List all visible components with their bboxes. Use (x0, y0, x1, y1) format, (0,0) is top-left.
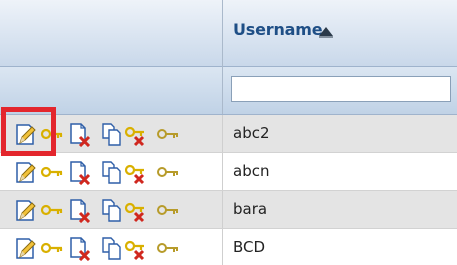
delete-key-icon[interactable] (124, 123, 148, 147)
username-cell: abcn (233, 162, 270, 180)
key-icon[interactable] (40, 199, 64, 223)
key-icon[interactable] (156, 199, 180, 223)
username-cell: BCD (233, 238, 266, 256)
edit-icon[interactable] (14, 199, 38, 223)
edit-icon[interactable] (14, 123, 38, 147)
table-row[interactable]: abc2 (0, 115, 457, 153)
column-divider (222, 0, 223, 114)
username-column-header[interactable]: Username (233, 20, 323, 39)
username-cell: abc2 (233, 124, 270, 142)
sort-ascending-icon[interactable] (318, 23, 334, 38)
key-icon[interactable] (156, 161, 180, 185)
table-row[interactable]: abcn (0, 153, 457, 191)
cell-divider (222, 153, 223, 190)
delete-key-icon[interactable] (124, 237, 148, 261)
key-icon[interactable] (40, 161, 64, 185)
username-cell: bara (233, 200, 268, 218)
delete-key-icon[interactable] (124, 199, 148, 223)
delete-key-icon[interactable] (124, 161, 148, 185)
delete-document-icon[interactable] (68, 123, 92, 147)
delete-document-icon[interactable] (68, 199, 92, 223)
cell-divider (222, 115, 223, 152)
key-icon[interactable] (156, 237, 180, 261)
table-row[interactable]: bara (0, 191, 457, 229)
key-icon[interactable] (40, 123, 64, 147)
delete-document-icon[interactable] (68, 237, 92, 261)
cell-divider (222, 229, 223, 265)
copy-icon[interactable] (100, 199, 124, 223)
username-header-label[interactable]: Username (233, 20, 323, 39)
table-row[interactable]: BCD (0, 229, 457, 265)
edit-icon[interactable] (14, 161, 38, 185)
column-header-row: Username (0, 0, 457, 67)
delete-document-icon[interactable] (68, 161, 92, 185)
users-grid: Username abc2 abcn bara BCD (0, 0, 457, 265)
filter-row (0, 67, 457, 115)
username-filter-input[interactable] (231, 76, 451, 102)
cell-divider (222, 191, 223, 228)
copy-icon[interactable] (100, 123, 124, 147)
key-icon[interactable] (40, 237, 64, 261)
copy-icon[interactable] (100, 161, 124, 185)
copy-icon[interactable] (100, 237, 124, 261)
key-icon[interactable] (156, 123, 180, 147)
edit-icon[interactable] (14, 237, 38, 261)
